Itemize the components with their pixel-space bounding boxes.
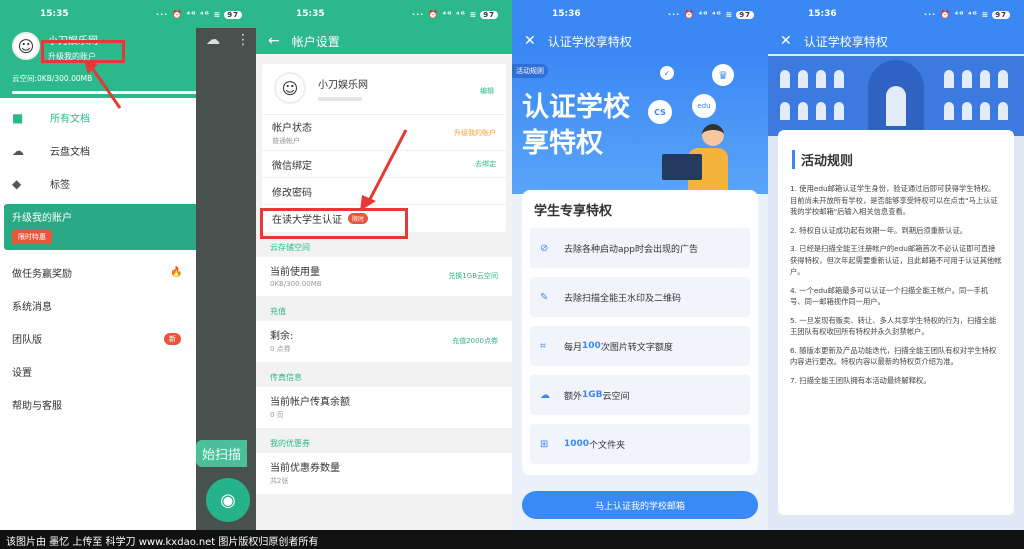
eraser-icon: ✎	[540, 291, 549, 303]
status-time: 15:35	[40, 9, 69, 19]
benefits-card: 学生专享特权 ⊘ 去除各种启动app时会出现的广告 ✎ 去除扫描全能王水印及二维码 …	[522, 190, 758, 475]
fire-icon: 🔥	[170, 267, 183, 278]
page-title: 认证学校享特权	[547, 34, 632, 49]
section-title: 充值	[270, 307, 286, 316]
section-title: 传真信息	[270, 373, 302, 382]
cloud-upload-icon: ☁	[540, 389, 550, 401]
benefit-item: ✎ 去除扫描全能王水印及二维码	[530, 277, 750, 317]
camera-icon: ◉	[220, 489, 236, 511]
status-bar: 15:36 ··· ⏰ ⁴ᴳ ⁴ᴳ ≋ 97	[768, 0, 1024, 28]
status-time: 15:36	[808, 9, 837, 19]
new-badge: 新	[164, 332, 181, 345]
rules-header: 15:36 ··· ⏰ ⁴ᴳ ⁴ᴳ ≋ 97 ✕ 认证学校享特权	[768, 0, 1024, 54]
redeem-link[interactable]: 兑换1GB云空间	[448, 271, 498, 281]
tag-icon: ◆	[12, 176, 22, 191]
status-bar: 15:36 ··· ⏰ ⁴ᴳ ⁴ᴳ ≋ 97	[512, 0, 768, 28]
rules-panel: 15:36 ··· ⏰ ⁴ᴳ ⁴ᴳ ≋ 97 ✕ 认证学校享特权 活动规则 1. …	[768, 0, 1024, 530]
status-icons: ··· ⏰ ⁴ᴳ ⁴ᴳ ≋	[412, 9, 478, 19]
status-bar: 15:35 ··· ⏰ ⁴ᴳ ⁴ᴳ ≋ 97	[256, 0, 512, 28]
avatar[interactable]: ☺	[12, 32, 40, 60]
rules-tag[interactable]: 活动规则	[512, 64, 548, 78]
rule-item: 2. 特权自认证成功起有效期一年。到期后须重新认证。	[790, 225, 968, 235]
check-icon: ✓	[660, 66, 674, 80]
section-title: 我的优惠券	[270, 439, 310, 448]
avatar[interactable]: ☺	[274, 72, 306, 104]
battery-icon: 97	[224, 10, 242, 19]
toolbar: ✕ 认证学校享特权	[512, 28, 768, 54]
crown-icon: ♛	[712, 64, 734, 86]
toolbar: ✕ 认证学校享特权	[768, 28, 1024, 54]
account-sections: 云存储空间 当前使用量 0KB/300.00MB 兑换1GB云空间 充值 剩余: 0 …	[256, 232, 512, 494]
scan-label[interactable]: 始扫描	[196, 440, 248, 467]
status-time: 15:36	[552, 9, 581, 19]
profile-username: 小刀娱乐网	[318, 79, 368, 91]
edit-link[interactable]: 编辑	[480, 86, 494, 96]
benefit-item: ⊘ 去除各种启动app时会出现的广告	[530, 228, 750, 268]
benefit-item: ⌗ 每月 100 次图片转文字额度	[530, 326, 750, 366]
rules-heading: 活动规则	[792, 150, 1002, 169]
rule-item: 6. 随版本更新及产品功能迭代，扫描全能王团队有权对学生特权内容进行更改。特权内…	[790, 345, 997, 367]
recharge-link[interactable]: 充值2000点券	[452, 336, 498, 346]
rule-item: 4. 一个edu邮箱最多可以认证一个扫描全能王帐户。同一手机号、同一邮箱视作同一…	[790, 285, 989, 307]
section-coupons[interactable]: 当前优惠券数量 共2张	[256, 453, 512, 494]
page-title: 帐户设置	[291, 34, 340, 49]
upgrade-link[interactable]: 升级我的账户	[454, 128, 496, 138]
status-bar: 15:35 ··· ⏰ ⁴ᴳ ⁴ᴳ ≋ 97	[0, 0, 256, 28]
status-time: 15:35	[296, 9, 325, 19]
watermark-footer: 该图片由 墨忆 上传至 科学刀 www.kxdao.net 图片版权归原创者所有	[0, 530, 1024, 549]
card-title: 学生专享特权	[534, 204, 613, 219]
privilege-panel: 15:36 ··· ⏰ ⁴ᴳ ⁴ᴳ ≋ 97 ✕ 认证学校享特权 活动规则 认证学…	[512, 0, 768, 530]
battery-icon: 97	[480, 10, 498, 19]
building-illustration	[768, 56, 1024, 136]
masked-info	[318, 96, 362, 101]
page-title: 认证学校享特权	[803, 34, 888, 49]
close-icon[interactable]: ✕	[780, 33, 792, 49]
rule-item: 5. 一旦发现有贩卖、转让、多人共享学生特权的行为，扫描全能王团队有权收回所有特…	[790, 315, 997, 337]
back-arrow-icon[interactable]: ←	[268, 33, 280, 49]
verify-email-button[interactable]: 马上认证我的学校邮箱	[522, 491, 758, 519]
battery-icon: 97	[992, 10, 1010, 19]
more-icon: ⋮	[236, 32, 250, 48]
laptop-icon	[662, 154, 702, 180]
section-recharge[interactable]: 剩余: 0 点券 充值2000点券	[256, 321, 512, 362]
banner-title: 认证学校 享特权	[522, 92, 630, 159]
rule-item: 7. 扫描全能王团队拥有本活动最终解释权。	[790, 375, 931, 385]
rule-item: 3. 已经是扫描全能王注册帐户的edu邮箱首次不必认证即可直接获得特权，但次年起…	[790, 244, 1002, 276]
close-icon[interactable]: ✕	[524, 33, 536, 49]
account-settings-panel: 15:35 ··· ⏰ ⁴ᴳ ⁴ᴳ ≋ 97 ← 帐户设置 ☺ 小刀娱乐网 编辑 …	[256, 0, 512, 530]
rule-item: 1. 使用edu邮箱认证学生身份，验证通过后即可获得学生特权。目前尚未开放所有学…	[790, 184, 998, 216]
promo-tag: 限时特惠	[12, 230, 52, 244]
ad-free-icon: ⊘	[540, 242, 549, 254]
camera-button[interactable]: ◉	[206, 478, 250, 522]
folder-icon: ■	[12, 110, 24, 125]
status-icons: ··· ⏰ ⁴ᴳ ⁴ᴳ ≋	[156, 9, 222, 19]
battery-icon: 97	[736, 10, 754, 19]
section-storage[interactable]: 当前使用量 0KB/300.00MB 兑换1GB云空间	[256, 257, 512, 296]
bind-link[interactable]: 去绑定	[475, 159, 496, 169]
edu-bubble-icon: edu	[692, 94, 716, 118]
benefit-item: ☁ 额外 1GB 云空间	[530, 375, 750, 415]
folder-plus-icon: ⊞	[540, 438, 549, 450]
annotation-arrow	[360, 129, 408, 211]
cloud-icon: ☁	[12, 143, 24, 158]
status-icons: ··· ⏰ ⁴ᴳ ⁴ᴳ ≋	[924, 9, 990, 19]
account-header: 15:35 ··· ⏰ ⁴ᴳ ⁴ᴳ ≋ 97 ← 帐户设置	[256, 0, 512, 54]
status-icons: ··· ⏰ ⁴ᴳ ⁴ᴳ ≋	[668, 9, 734, 19]
ocr-icon: ⌗	[540, 340, 546, 352]
banner: 活动规则 认证学校 享特权 CS edu ♛ ✓	[512, 54, 768, 194]
privilege-header: 15:36 ··· ⏰ ⁴ᴳ ⁴ᴳ ≋ 97 ✕ 认证学校享特权	[512, 0, 768, 54]
toolbar: ← 帐户设置	[256, 28, 512, 54]
drawer-panel: 15:35 ··· ⏰ ⁴ᴳ ⁴ᴳ ≋ 97 ☺ 小刀娱乐网 升级我的账户 云空间…	[0, 0, 256, 530]
cloud-icon: ☁	[206, 32, 220, 48]
cs-bubble-icon: CS	[648, 100, 672, 124]
rules-card: 活动规则 1. 使用edu邮箱认证学生身份，验证通过后即可获得学生特权。目前尚未…	[778, 130, 1014, 515]
section-fax[interactable]: 当前帐户传真余额 0 页	[256, 387, 512, 428]
benefit-item: ⊞ 1000 个文件夹	[530, 424, 750, 464]
